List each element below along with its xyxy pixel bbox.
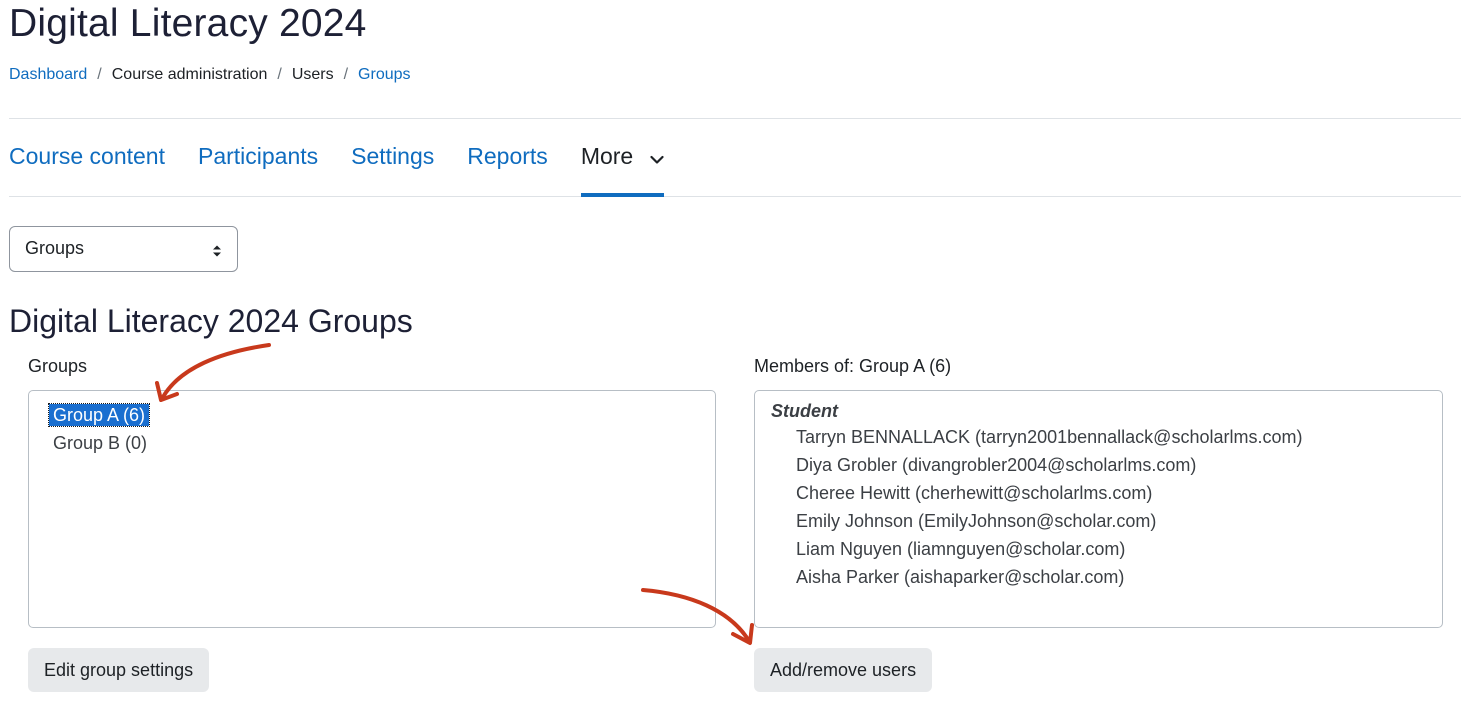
member-item[interactable]: Tarryn BENNALLACK (tarryn2001bennallack@… (771, 423, 1442, 451)
tab-reports[interactable]: Reports (467, 119, 548, 196)
member-item[interactable]: Cheree Hewitt (cherhewitt@scholarlms.com… (771, 479, 1442, 507)
group-option-b[interactable]: Group B (0) (49, 429, 715, 457)
tab-more-label: More (580, 143, 634, 169)
members-listbox[interactable]: Student Tarryn BENNALLACK (tarryn2001ben… (754, 390, 1443, 628)
members-label: Members of: Group A (6) (754, 356, 952, 376)
tab-more[interactable]: More (580, 119, 664, 197)
member-item[interactable]: Emily Johnson (EmilyJohnson@scholar.com) (771, 507, 1442, 535)
page-title: Digital Literacy 2024 (9, 2, 367, 45)
tab-course-content[interactable]: Course content (9, 119, 165, 196)
chevron-down-icon (650, 144, 664, 171)
group-option-a[interactable]: Group A (6) (47, 401, 715, 429)
sort-arrows-icon (212, 242, 222, 263)
breadcrumb-separator: / (97, 66, 102, 83)
tab-participants[interactable]: Participants (198, 119, 318, 196)
breadcrumb-separator: / (277, 66, 282, 83)
group-option-label: Group A (6) (47, 403, 151, 427)
secondary-navigation: Course content Participants Settings Rep… (9, 118, 1461, 197)
breadcrumb-groups[interactable]: Groups (358, 66, 410, 84)
select-value: Groups (25, 238, 85, 258)
member-item[interactable]: Liam Nguyen (liamnguyen@scholar.com) (771, 535, 1442, 563)
groups-listbox[interactable]: Group A (6) Group B (0) (28, 390, 716, 628)
breadcrumb-dashboard[interactable]: Dashboard (9, 66, 87, 84)
tertiary-navigation-select[interactable]: Groups (9, 226, 238, 272)
role-group-label: Student (771, 401, 838, 421)
member-item[interactable]: Aisha Parker (aishaparker@scholar.com) (771, 563, 1442, 591)
breadcrumb-users: Users (291, 66, 334, 83)
breadcrumb-separator: / (343, 66, 349, 83)
edit-group-settings-button[interactable]: Edit group settings (28, 648, 210, 692)
add-remove-users-button[interactable]: Add/remove users (754, 648, 933, 692)
breadcrumb-course-administration: Course administration (111, 66, 268, 83)
breadcrumb: Dashboard / Course administration / User… (9, 66, 411, 84)
tab-settings[interactable]: Settings (351, 119, 434, 196)
section-title: Digital Literacy 2024 Groups (9, 303, 413, 339)
group-option-label: Group B (0) (53, 433, 148, 453)
groups-label: Groups (28, 356, 88, 376)
member-item[interactable]: Diya Grobler (divangrobler2004@scholarlm… (771, 451, 1442, 479)
